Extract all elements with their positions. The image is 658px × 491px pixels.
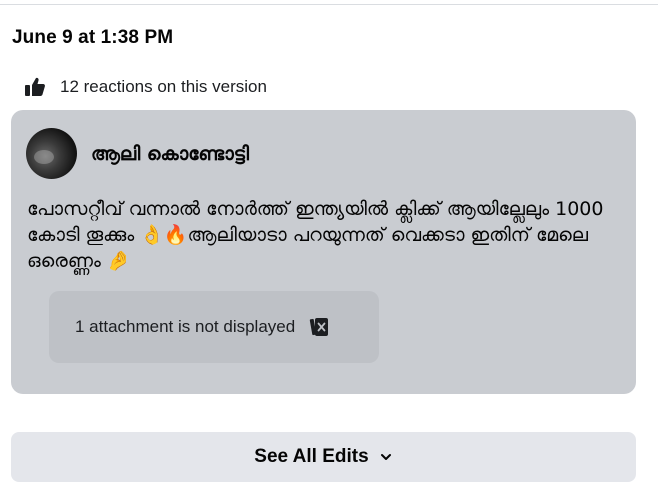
post-text: പോസറ്റീവ് വന്നാൽ നോർത്ത് ഇന്ത്യയിൽ ക്ലിക… (27, 198, 604, 272)
see-all-edits-button[interactable]: See All Edits (11, 432, 636, 482)
avatar[interactable] (26, 128, 77, 179)
attachment-notice: 1 attachment is not displayed (75, 317, 296, 336)
edited-post-card: ആലി കൊണ്ടോട്ടി പോസറ്റീവ് വന്നാൽ നോർത്ത് … (11, 110, 636, 394)
see-all-edits-label: See All Edits (254, 446, 369, 467)
attachment-placeholder: 1 attachment is not displayed (49, 291, 379, 363)
thumbs-up-icon (24, 76, 46, 98)
reactions-count-text: 12 reactions on this version (60, 77, 267, 96)
broken-attachment-icon (309, 316, 331, 338)
chevron-down-icon (379, 450, 393, 464)
top-divider (0, 4, 658, 5)
post-author: ആലി കൊണ്ടോട്ടി (26, 128, 249, 179)
edit-timestamp: June 9 at 1:38 PM (12, 27, 174, 48)
author-name[interactable]: ആലി കൊണ്ടോട്ടി (91, 143, 249, 165)
reactions-summary[interactable]: 12 reactions on this version (24, 76, 267, 98)
